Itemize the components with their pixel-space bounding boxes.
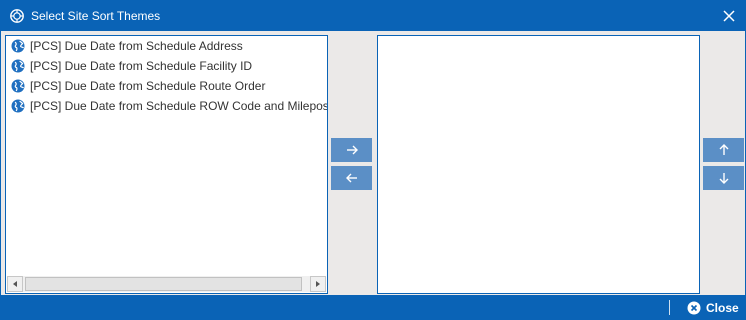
move-down-button[interactable] bbox=[703, 166, 744, 190]
list-item[interactable]: [PCS] Due Date from Schedule Address bbox=[6, 36, 327, 56]
footer-divider bbox=[669, 300, 670, 315]
list-item-label: [PCS] Due Date from Schedule Route Order bbox=[30, 79, 266, 93]
globe-icon bbox=[11, 79, 25, 93]
arrow-up-icon bbox=[719, 144, 729, 155]
scrollbar-thumb[interactable] bbox=[25, 277, 302, 291]
list-item-label: [PCS] Due Date from Schedule Facility ID bbox=[30, 59, 253, 73]
dialog-footer: Close bbox=[1, 295, 745, 319]
list-item[interactable]: [PCS] Due Date from Schedule ROW Code an… bbox=[6, 96, 327, 116]
remove-theme-button[interactable] bbox=[331, 166, 372, 190]
move-up-button[interactable] bbox=[703, 138, 744, 162]
list-item-label: [PCS] Due Date from Schedule ROW Code an… bbox=[30, 99, 327, 113]
scroll-left-button[interactable] bbox=[7, 276, 23, 292]
dialog-window: Select Site Sort Themes [PCS] Due Date f… bbox=[0, 0, 746, 320]
horizontal-scrollbar[interactable] bbox=[7, 276, 326, 292]
app-logo-icon bbox=[10, 9, 24, 23]
add-theme-button[interactable] bbox=[331, 138, 372, 162]
available-themes-items: [PCS] Due Date from Schedule Address [PC… bbox=[6, 36, 327, 275]
globe-icon bbox=[11, 99, 25, 113]
globe-icon bbox=[11, 59, 25, 73]
scroll-right-button[interactable] bbox=[310, 276, 326, 292]
close-button-label: Close bbox=[706, 301, 739, 315]
dialog-title: Select Site Sort Themes bbox=[31, 9, 161, 23]
list-item[interactable]: [PCS] Due Date from Schedule Facility ID bbox=[6, 56, 327, 76]
arrow-down-icon bbox=[719, 173, 729, 184]
selected-themes-list[interactable] bbox=[377, 35, 700, 294]
available-themes-list[interactable]: [PCS] Due Date from Schedule Address [PC… bbox=[5, 35, 328, 294]
close-icon[interactable] bbox=[722, 9, 736, 23]
list-item[interactable]: [PCS] Due Date from Schedule Route Order bbox=[6, 76, 327, 96]
arrow-right-icon bbox=[347, 145, 358, 155]
globe-icon bbox=[11, 39, 25, 53]
title-bar: Select Site Sort Themes bbox=[1, 1, 745, 31]
close-circle-icon bbox=[687, 301, 701, 315]
list-item-label: [PCS] Due Date from Schedule Address bbox=[30, 39, 243, 53]
arrow-left-icon bbox=[346, 173, 357, 183]
